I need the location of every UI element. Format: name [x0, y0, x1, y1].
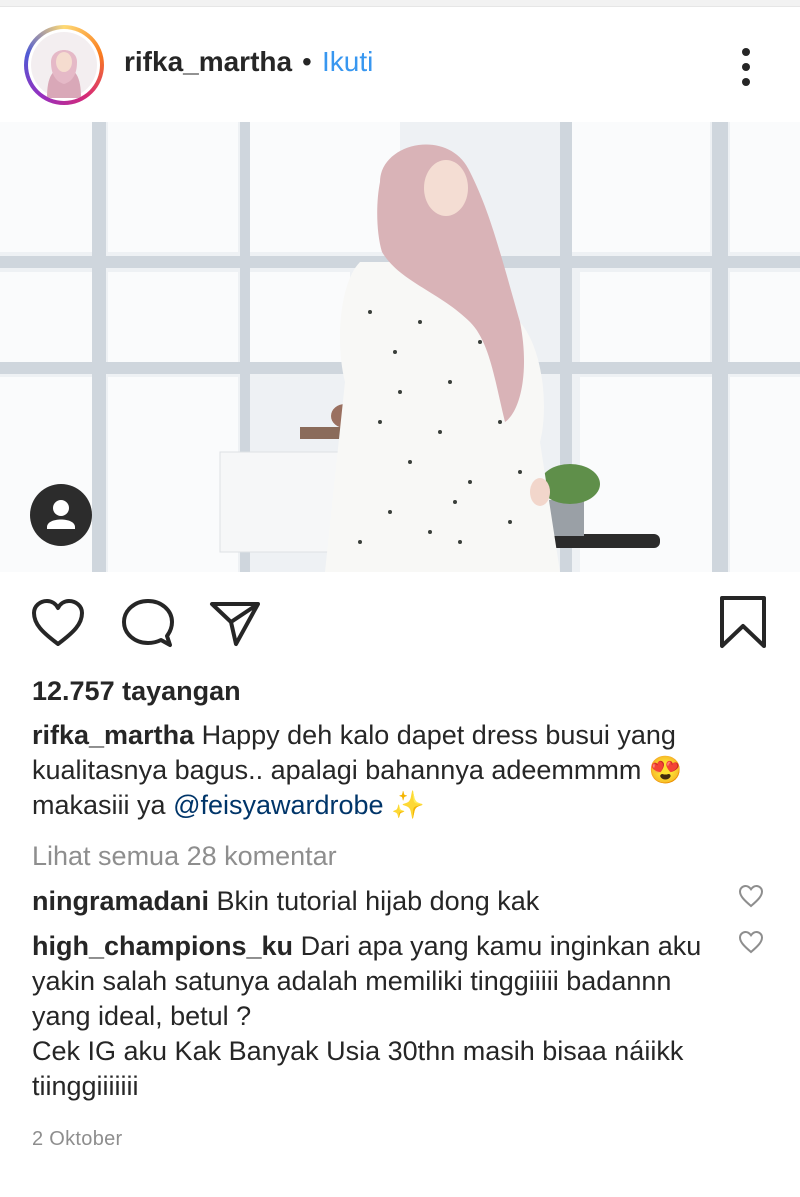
mention-link[interactable]: @feisyawardrobe	[173, 790, 384, 820]
separator-dot: •	[302, 46, 312, 77]
heart-eyes-emoji-icon: 😍	[648, 755, 683, 785]
comment-text: Bkin tutorial hijab dong kak	[216, 886, 540, 916]
follow-button[interactable]: Ikuti	[322, 46, 373, 78]
bookmark-icon[interactable]	[718, 594, 768, 655]
comment-icon[interactable]	[120, 598, 176, 655]
comment-item: ningramadani Bkin tutorial hijab dong ka…	[32, 884, 722, 919]
post-header: rifka_martha • Ikuti	[0, 8, 800, 120]
sparkles-emoji-icon: ✨	[391, 790, 425, 820]
comment-username[interactable]: ningramadani	[32, 886, 209, 916]
status-divider	[0, 0, 800, 7]
heart-icon[interactable]	[30, 598, 86, 653]
view-count: 12.757 tayangan	[32, 676, 241, 706]
post-username[interactable]: rifka_martha	[124, 46, 292, 78]
more-vertical-icon[interactable]	[734, 48, 758, 94]
avatar-image	[28, 29, 100, 101]
comment-like-heart-icon[interactable]	[738, 930, 764, 959]
view-all-comments-link[interactable]: Lihat semua 28 komentar	[32, 841, 337, 872]
comment-username[interactable]: high_champions_ku	[32, 931, 293, 961]
caption-username[interactable]: rifka_martha	[32, 720, 194, 750]
comment-text-2: Cek IG aku Kak Banyak Usia 30thn masih b…	[32, 1036, 684, 1101]
comment-item: high_champions_ku Dari apa yang kamu ing…	[32, 929, 722, 1104]
caption-text-2: makasiii ya	[32, 790, 166, 820]
tagged-user-icon[interactable]	[30, 484, 92, 546]
share-icon[interactable]	[206, 598, 262, 653]
post-caption: rifka_martha Happy deh kalo dapet dress …	[32, 718, 752, 823]
comment-like-heart-icon[interactable]	[738, 884, 764, 913]
post-date: 2 Oktober	[32, 1128, 123, 1150]
avatar[interactable]	[24, 25, 104, 105]
post-photo[interactable]	[0, 122, 800, 572]
